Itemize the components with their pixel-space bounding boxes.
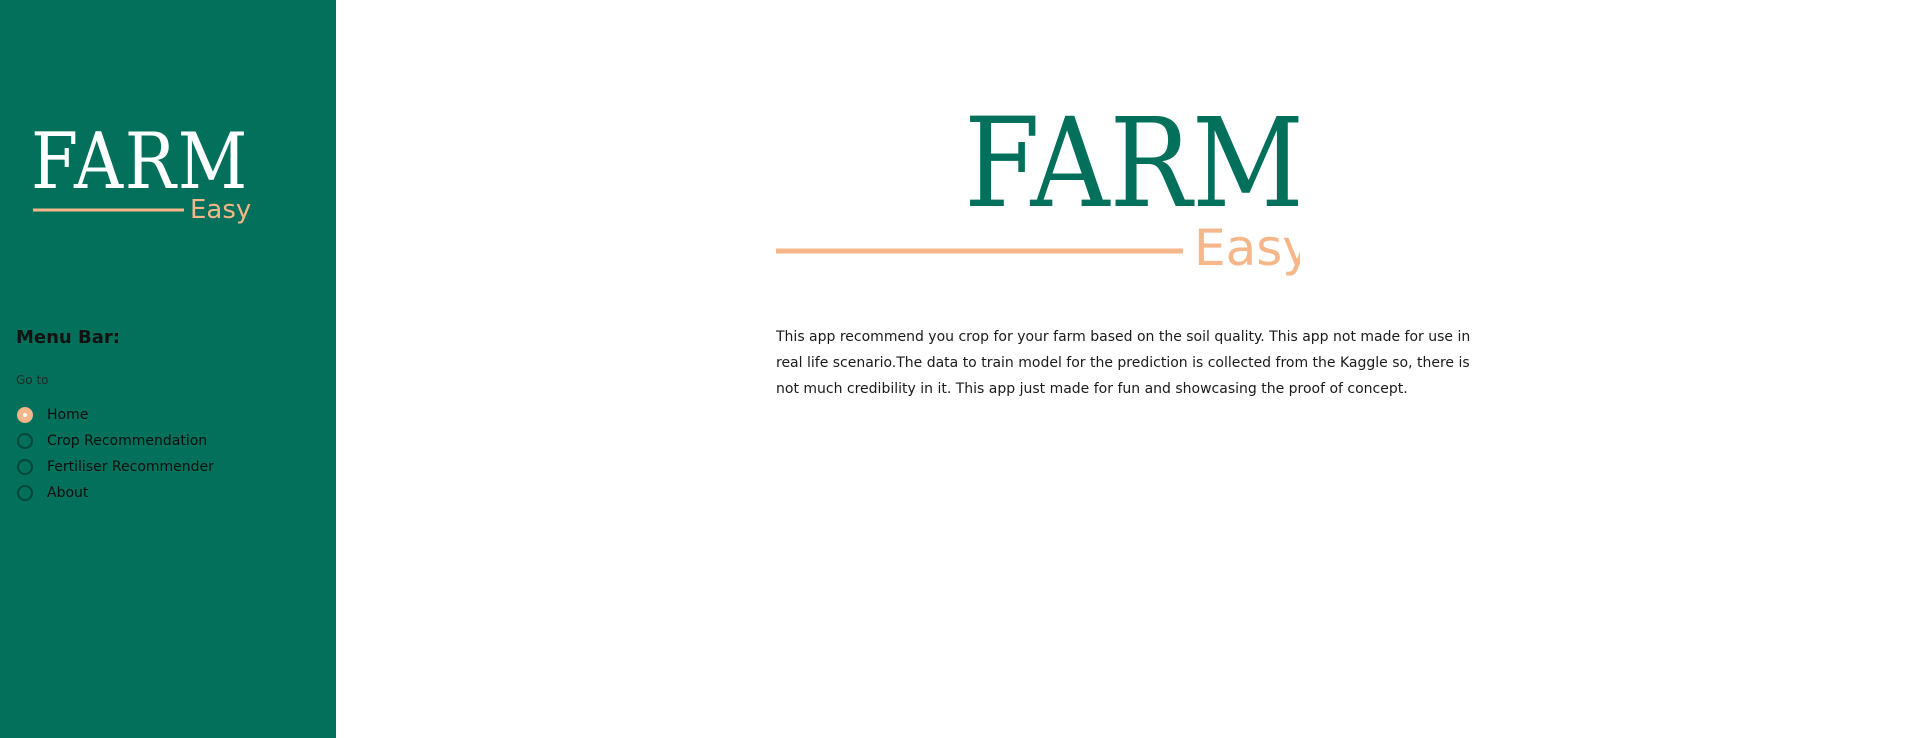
app-root: FARM Easy Menu Bar: Go to Home Crop Reco…	[0, 0, 1917, 738]
radio-label-about: About	[47, 485, 89, 501]
radio-unchecked-icon[interactable]	[17, 433, 33, 449]
sidebar: FARM Easy Menu Bar: Go to Home Crop Reco…	[0, 0, 336, 738]
app-description: This app recommend you crop for your far…	[776, 329, 1471, 397]
radio-label-home: Home	[47, 407, 89, 423]
radio-unchecked-icon[interactable]	[17, 485, 33, 501]
radio-option-crop-recommendation[interactable]: Crop Recommendation	[17, 428, 317, 454]
main-logo-primary: FARM	[964, 104, 1300, 236]
menu-title: Menu Bar:	[16, 327, 120, 348]
radio-option-home[interactable]: Home	[17, 402, 317, 428]
sidebar-logo: FARM Easy	[31, 118, 251, 225]
radio-label-fertiliser-recommender: Fertiliser Recommender	[47, 459, 214, 475]
sidebar-logo-secondary: Easy	[190, 195, 251, 225]
sidebar-logo-primary: FARM	[31, 118, 249, 207]
radio-option-fertiliser-recommender[interactable]: Fertiliser Recommender	[17, 454, 317, 480]
main-logo: FARM Easy	[776, 104, 1300, 277]
radio-checked-icon[interactable]	[17, 407, 33, 423]
goto-label: Go to	[16, 373, 49, 387]
radio-option-about[interactable]: About	[17, 480, 317, 506]
navigation-radio-group: Home Crop Recommendation Fertiliser Reco…	[17, 402, 317, 506]
radio-label-crop-recommendation: Crop Recommendation	[47, 433, 208, 449]
radio-unchecked-icon[interactable]	[17, 459, 33, 475]
main-logo-secondary: Easy	[1194, 219, 1300, 277]
